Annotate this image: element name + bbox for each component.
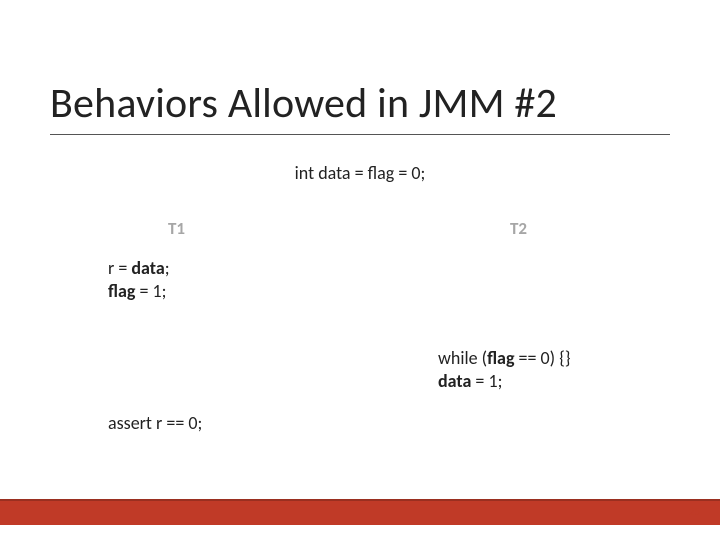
thread1-header: T1 (168, 218, 185, 239)
t2-l2-data: data (438, 370, 475, 392)
t2-line1: while (flag == 0) {} (438, 347, 571, 370)
t1-l2-flag: flag (108, 280, 139, 302)
t2-l1-c: == 0) {} (519, 347, 571, 369)
t2-l1-a: while ( (438, 347, 487, 369)
title-underline (50, 134, 670, 135)
thread2-header: T2 (510, 218, 527, 239)
slide: Behaviors Allowed in JMM #2 int data = f… (0, 0, 720, 540)
thread1-code: r = data; flag = 1; (108, 257, 170, 303)
page-number: 25 (689, 505, 700, 518)
t1-l1-c: ; (165, 257, 170, 279)
assert-code: assert r == 0; (108, 412, 202, 435)
init-code: int data = flag = 0; (0, 162, 720, 184)
t1-line2: flag = 1; (108, 280, 170, 303)
t2-l2-b: = 1; (475, 370, 502, 392)
footer-band (0, 499, 720, 525)
slide-title: Behaviors Allowed in JMM #2 (50, 78, 557, 129)
t2-line2: data = 1; (438, 370, 571, 393)
t1-l1-a: r = (108, 257, 131, 279)
t1-l1-data: data (131, 257, 164, 279)
thread2-code: while (flag == 0) {} data = 1; (438, 347, 571, 393)
t1-l2-b: = 1; (139, 280, 166, 302)
t1-line1: r = data; (108, 257, 170, 280)
t2-l1-flag: flag (487, 347, 518, 369)
